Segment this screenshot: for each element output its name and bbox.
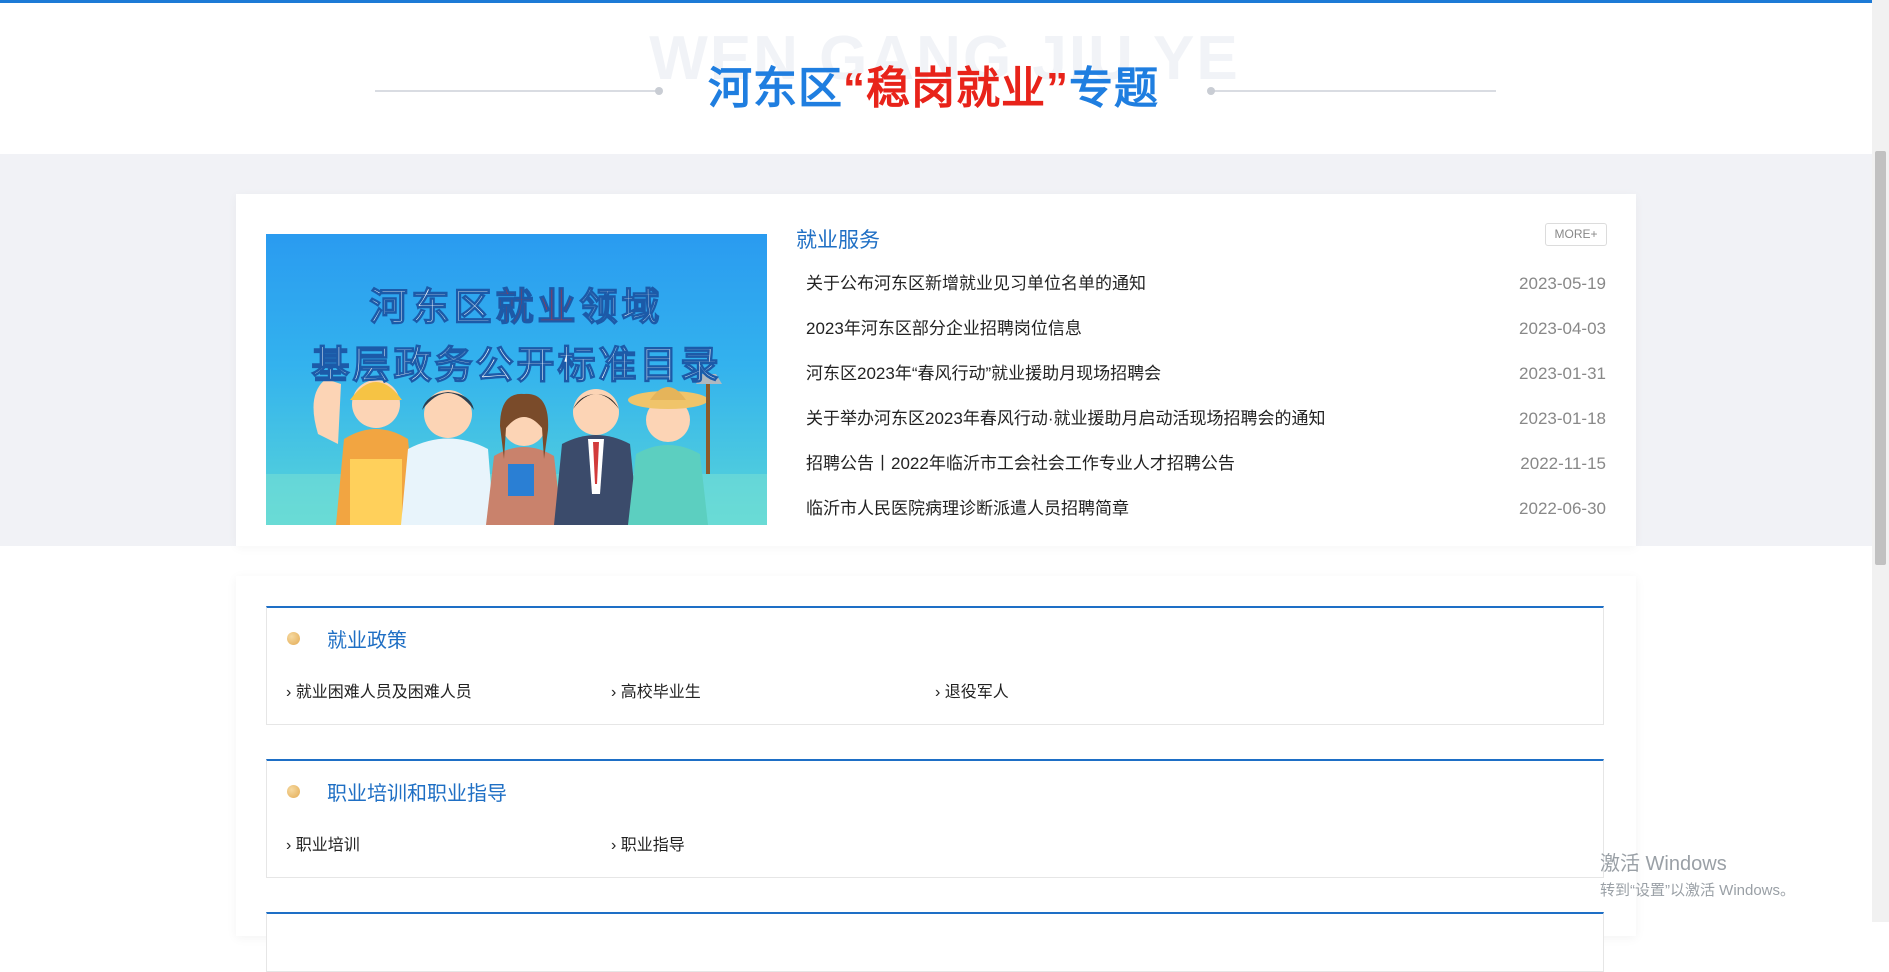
section-vocational-training: 职业培训和职业指导 › 职业培训 › 职业指导: [266, 759, 1604, 878]
policy-link-hardship[interactable]: › 就业困难人员及困难人员: [286, 678, 472, 702]
training-link[interactable]: › 职业培训: [286, 831, 360, 855]
activation-line1: 激活 Windows: [1600, 853, 1727, 875]
title-divider-left: [375, 90, 658, 92]
news-list: 关于公布河东区新增就业见习单位名单的通知 2023-05-19 2023年河东区…: [806, 261, 1606, 531]
page-header: WEN GANG JIU YE 河东区“稳岗就业”专题: [0, 3, 1889, 154]
news-date: 2023-04-03: [1519, 319, 1606, 338]
page-title-part2: 专题: [1069, 64, 1159, 113]
page-title-part1: 河东区: [708, 64, 843, 113]
workers-illustration: [313, 374, 722, 525]
page-title: 河东区“稳岗就业”专题: [660, 59, 1207, 119]
guidance-link[interactable]: › 职业指导: [611, 831, 685, 855]
policy-link-graduates[interactable]: › 高校毕业生: [611, 678, 701, 702]
employment-service-title[interactable]: 就业服务: [796, 224, 880, 254]
news-date: 2022-06-30: [1519, 499, 1606, 518]
section-title[interactable]: 职业培训和职业指导: [327, 777, 507, 806]
news-title[interactable]: 关于公布河东区新增就业见习单位名单的通知: [806, 261, 1146, 306]
policy-sections-card: 就业政策 › 就业困难人员及困难人员 › 高校毕业生 › 退役军人 职业培训和职…: [236, 576, 1636, 972]
section-next: [266, 912, 1604, 972]
banner-title-line2: 基层政务公开标准目录: [311, 345, 721, 387]
scrollbar-thumb[interactable]: [1875, 151, 1886, 565]
section-bullet-icon: [287, 785, 300, 798]
section-title[interactable]: 就业政策: [327, 624, 407, 653]
news-item[interactable]: 2023年河东区部分企业招聘岗位信息 2023-04-03: [806, 306, 1606, 351]
section-employment-policy: 就业政策 › 就业困难人员及困难人员 › 高校毕业生 › 退役军人: [266, 606, 1604, 725]
more-button[interactable]: MORE+: [1545, 223, 1607, 246]
section-bullet-icon: [287, 632, 300, 645]
news-item[interactable]: 河东区2023年“春风行动”就业援助月现场招聘会 2023-01-31: [806, 351, 1606, 396]
title-divider-right: [1212, 90, 1496, 92]
news-date: 2023-01-18: [1519, 409, 1606, 428]
news-title[interactable]: 河东区2023年“春风行动”就业援助月现场招聘会: [806, 351, 1161, 396]
page-title-highlight: “稳岗就业”: [843, 64, 1069, 113]
employment-service-card: 河东区就业领域 基层政务公开标准目录 就业服务 MORE+ 关于公布河东区新增就…: [236, 194, 1636, 546]
employment-banner[interactable]: 河东区就业领域 基层政务公开标准目录: [266, 234, 767, 525]
news-item[interactable]: 关于公布河东区新增就业见习单位名单的通知 2023-05-19: [806, 261, 1606, 306]
news-title[interactable]: 招聘公告丨2022年临沂市工会社会工作专业人才招聘公告: [806, 441, 1235, 486]
news-date: 2023-05-19: [1519, 274, 1606, 293]
news-item[interactable]: 关于举办河东区2023年春风行动·就业援助月启动活现场招聘会的通知 2023-0…: [806, 396, 1606, 441]
news-title[interactable]: 临沂市人民医院病理诊断派遣人员招聘简章: [806, 486, 1129, 531]
news-title[interactable]: 2023年河东区部分企业招聘岗位信息: [806, 306, 1082, 351]
news-title[interactable]: 关于举办河东区2023年春风行动·就业援助月启动活现场招聘会的通知: [806, 396, 1325, 441]
news-date: 2022-11-15: [1520, 454, 1606, 473]
title-divider-dot-right: [1207, 87, 1215, 95]
banner-title-line1: 河东区就业领域: [369, 287, 663, 329]
activation-line2: 转到“设置”以激活 Windows。: [1600, 882, 1796, 899]
news-date: 2023-01-31: [1519, 364, 1606, 383]
policy-link-veterans[interactable]: › 退役军人: [935, 678, 1009, 702]
news-item[interactable]: 临沂市人民医院病理诊断派遣人员招聘简章 2022-06-30: [806, 486, 1606, 531]
windows-activation-watermark: 激活 Windows 转到“设置”以激活 Windows。: [1600, 847, 1795, 900]
news-item[interactable]: 招聘公告丨2022年临沂市工会社会工作专业人才招聘公告 2022-11-15: [806, 441, 1606, 486]
